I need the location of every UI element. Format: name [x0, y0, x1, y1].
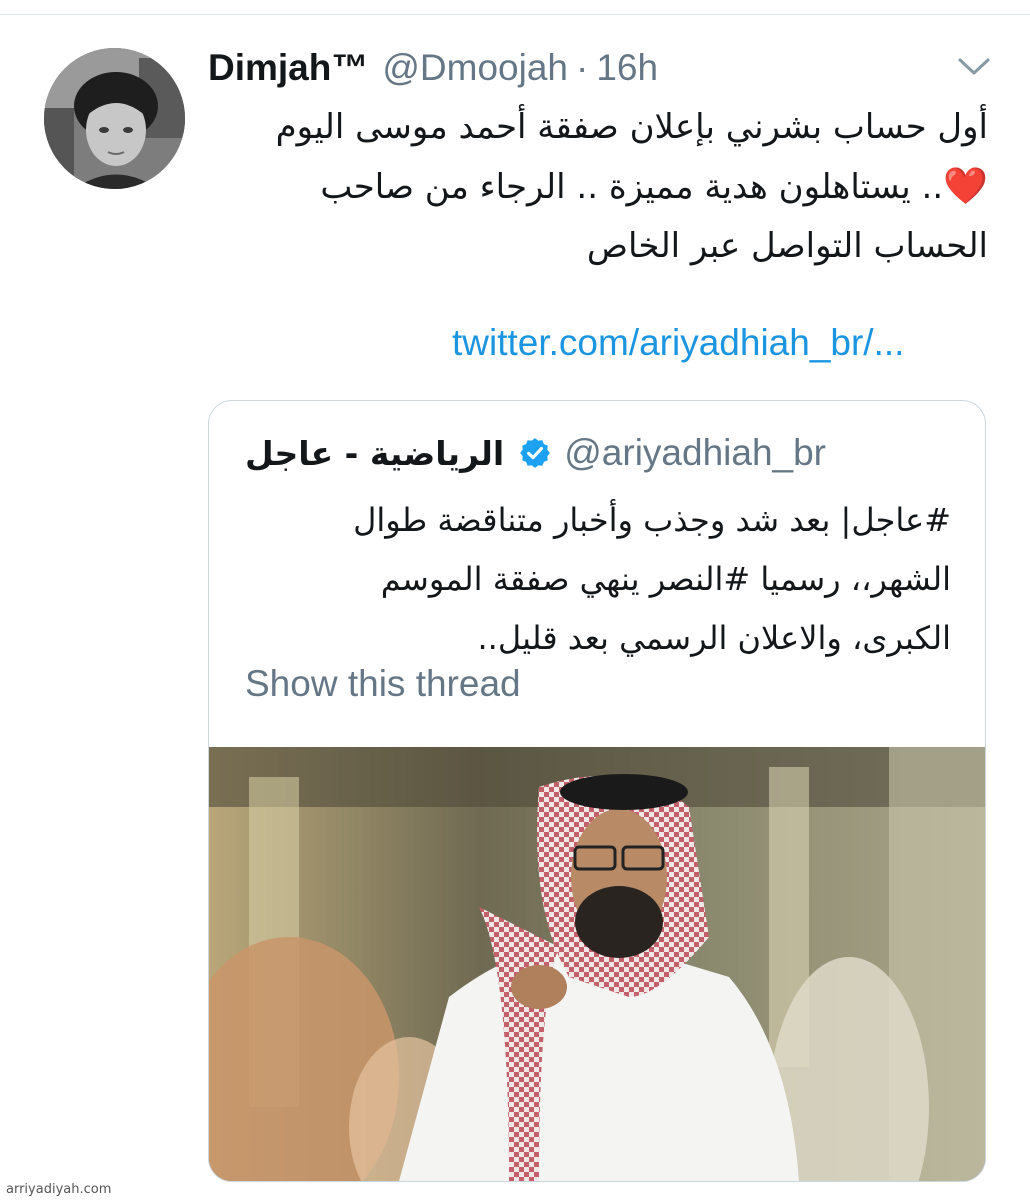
tweet-header: Dimjah™ @Dmoojah · 16h	[208, 40, 658, 96]
top-divider	[0, 14, 1030, 15]
quoted-text-line: #عاجل| بعد شد وجذب وأخبار متناقضة طوال	[353, 501, 951, 539]
chevron-down-icon[interactable]	[954, 54, 994, 80]
heart-emoji: ❤️	[943, 166, 988, 207]
photo-man-in-shemagh	[209, 747, 985, 1181]
watermark: arriyadiyah.com	[6, 1182, 112, 1197]
tweet-text-line: ❤️.. يستاهلون هدية مميزة .. الرجاء من صا…	[240, 157, 988, 217]
quoted-tweet-text: #عاجل| بعد شد وجذب وأخبار متناقضة طوال ا…	[239, 491, 951, 668]
author-meta: @Dmoojah · 16h	[382, 47, 658, 89]
quoted-tweet-photo[interactable]	[209, 747, 985, 1181]
author-name[interactable]: Dimjah™	[208, 47, 368, 89]
quoted-author-handle: @ariyadhiah_br	[564, 432, 826, 473]
quoted-tweet-card[interactable]: الرياضية - عاجل @ariyadhiah_br #عاجل| بع…	[208, 400, 986, 1182]
tweet-timestamp[interactable]: 16h	[596, 47, 658, 89]
tweet-text: أول حساب بشرني بإعلان صفقة أحمد موسى الي…	[240, 98, 988, 276]
author-handle[interactable]: @Dmoojah	[382, 47, 568, 89]
avatar[interactable]	[44, 48, 185, 189]
tweet-text-line: الحساب التواصل عبر الخاص	[586, 226, 988, 266]
quoted-tweet-header: الرياضية - عاجل @ariyadhiah_br	[245, 423, 826, 483]
quoted-author-name: الرياضية - عاجل	[245, 433, 505, 473]
tweet-text-line-2: .. يستاهلون هدية مميزة .. الرجاء من صاحب	[320, 167, 944, 207]
show-thread-link[interactable]: Show this thread	[245, 663, 521, 705]
meta-separator: ·	[576, 47, 589, 88]
tweet-text-line: أول حساب بشرني بإعلان صفقة أحمد موسى الي…	[275, 107, 988, 147]
tweet-link[interactable]: twitter.com/ariyadhiah_br/...	[452, 322, 904, 364]
verified-badge-icon	[520, 438, 551, 468]
quoted-text-line: الكبرى، والاعلان الرسمي بعد قليل..	[477, 619, 951, 657]
avatar-photo	[44, 48, 185, 189]
quoted-text-line: الشهر،، رسميا #النصر ينهي صفقة الموسم	[380, 560, 951, 598]
